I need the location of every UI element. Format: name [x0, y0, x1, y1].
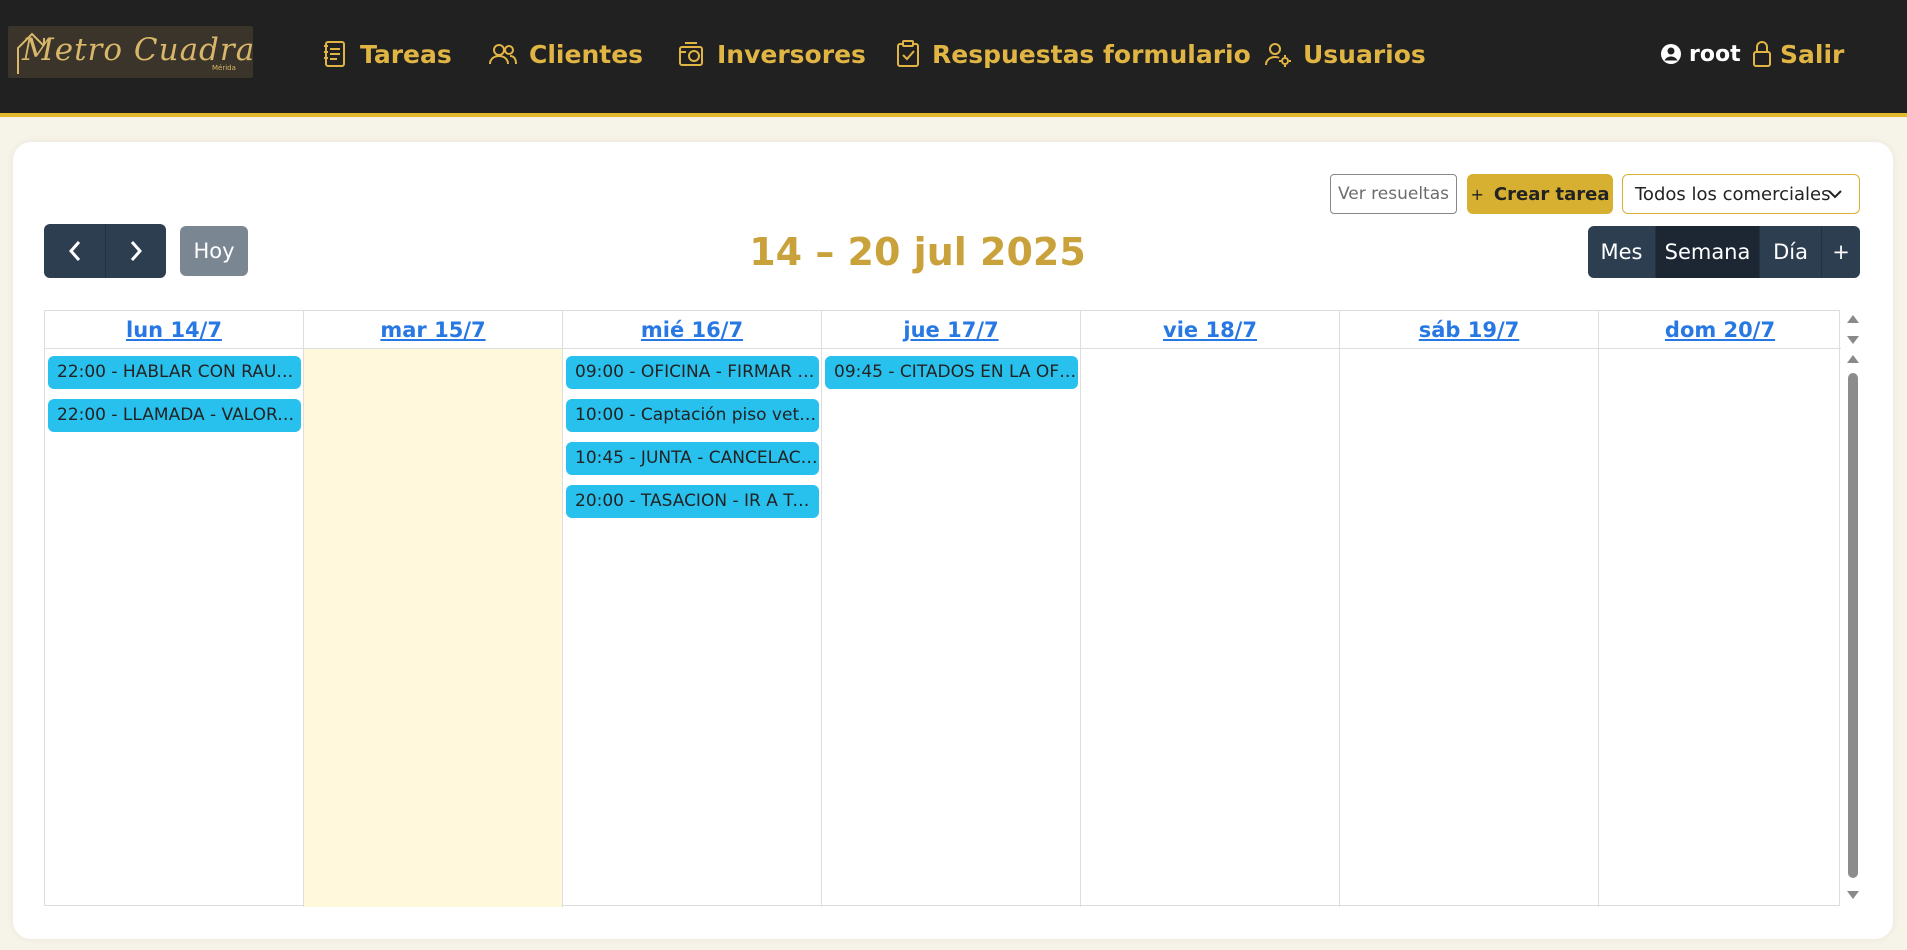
nav-item-tareas[interactable]: Tareas: [322, 34, 452, 74]
users-icon: [489, 44, 517, 65]
prev-next-group: [44, 224, 166, 278]
nav-item-label: Inversores: [717, 39, 866, 69]
day-header-link[interactable]: mar 15/7: [380, 318, 485, 342]
nav-item-respuestas[interactable]: Respuestas formulario: [896, 34, 1251, 74]
user-circle-icon: [1661, 44, 1681, 64]
chevron-left-icon: [68, 241, 80, 261]
day-header: mié 16/7: [563, 311, 822, 349]
day-column-sun[interactable]: [1599, 349, 1841, 907]
event-item[interactable]: 20:00 - TASACION - IR A TAS...: [566, 485, 819, 518]
view-resolved-button[interactable]: Ver resueltas: [1330, 174, 1457, 214]
scroll-down-icon[interactable]: [1847, 336, 1859, 344]
logo-subtext: Mérida: [212, 64, 236, 72]
salesperson-select[interactable]: Todos los comerciales: [1622, 174, 1860, 214]
day-column-fri[interactable]: [1081, 349, 1340, 907]
nav-item-inversores[interactable]: Inversores: [677, 34, 866, 74]
investors-icon: [679, 42, 703, 66]
event-item[interactable]: 22:00 - LLAMADA - VALORA...: [48, 399, 301, 432]
top-navbar: Metro Cuadrado Mérida Tareas Clientes In…: [0, 0, 1907, 117]
view-more-button[interactable]: +: [1821, 226, 1860, 278]
view-switcher: Mes Semana Día +: [1588, 226, 1860, 278]
event-item[interactable]: 10:00 - Captación piso veton...: [566, 399, 819, 432]
event-item[interactable]: 22:00 - HABLAR CON RAUL ...: [48, 356, 301, 389]
day-header: dom 20/7: [1599, 311, 1841, 349]
day-header-link[interactable]: dom 20/7: [1665, 318, 1775, 342]
day-header-link[interactable]: jue 17/7: [903, 318, 998, 342]
day-column-tue-today[interactable]: [304, 349, 563, 907]
next-week-button[interactable]: [105, 224, 166, 278]
day-header-link[interactable]: vie 18/7: [1163, 318, 1257, 342]
nav-item-label: Tareas: [360, 39, 452, 69]
week-header: lun 14/7 mar 15/7 mié 16/7 jue 17/7 vie …: [45, 311, 1841, 349]
nav-item-clientes[interactable]: Clientes: [489, 34, 643, 74]
today-button[interactable]: Hoy: [180, 226, 248, 276]
logout-label: Salir: [1780, 39, 1845, 69]
view-month-button[interactable]: Mes: [1588, 226, 1655, 278]
nav-item-label: Clientes: [529, 39, 644, 69]
header-scrollbar[interactable]: [1841, 311, 1869, 907]
day-header-link[interactable]: mié 16/7: [641, 318, 743, 342]
user-name: root: [1689, 41, 1741, 67]
calendar-title: 14 – 20 jul 2025: [749, 230, 1086, 274]
scroll-up-icon[interactable]: [1847, 315, 1859, 323]
event-item[interactable]: 09:00 - OFICINA - FIRMAR C...: [566, 356, 819, 389]
logo-text: Metro Cuadrado: [22, 32, 253, 68]
nav-item-usuarios[interactable]: Usuarios: [1265, 34, 1426, 74]
event-item[interactable]: 09:45 - CITADOS EN LA OFIC...: [825, 356, 1078, 389]
day-header-link[interactable]: sáb 19/7: [1419, 318, 1520, 342]
day-header: sáb 19/7: [1340, 311, 1599, 349]
create-task-label: Crear tarea: [1493, 183, 1610, 205]
scrollbar-thumb[interactable]: [1848, 373, 1858, 878]
day-column-mon[interactable]: 22:00 - HABLAR CON RAUL ... 22:00 - LLAM…: [45, 349, 304, 907]
logout-button[interactable]: Salir: [1751, 36, 1844, 72]
tasks-icon: [324, 41, 345, 67]
user-menu[interactable]: root: [1660, 36, 1741, 72]
create-task-button[interactable]: + Crear tarea: [1467, 174, 1613, 214]
week-grid: lun 14/7 mar 15/7 mié 16/7 jue 17/7 vie …: [44, 310, 1859, 907]
chevron-down-icon: [1828, 190, 1842, 199]
day-header: mar 15/7: [304, 311, 563, 349]
scroll-up-icon[interactable]: [1847, 355, 1859, 363]
brand-logo[interactable]: Metro Cuadrado Mérida: [8, 26, 253, 78]
clipboard-check-icon: [897, 40, 919, 67]
salesperson-select-value: Todos los comerciales: [1635, 183, 1831, 205]
lock-icon: [1753, 41, 1771, 67]
scroll-down-icon[interactable]: [1847, 891, 1859, 899]
day-column-thu[interactable]: 09:45 - CITADOS EN LA OFIC...: [822, 349, 1081, 907]
day-header-link[interactable]: lun 14/7: [126, 318, 222, 342]
view-day-button[interactable]: Día: [1759, 226, 1821, 278]
day-column-wed[interactable]: 09:00 - OFICINA - FIRMAR C... 10:00 - Ca…: [563, 349, 822, 907]
day-column-sat[interactable]: [1340, 349, 1599, 907]
plus-icon: +: [1470, 184, 1484, 204]
view-week-button[interactable]: Semana: [1655, 226, 1759, 278]
nav-item-label: Respuestas formulario: [932, 39, 1251, 69]
day-header: jue 17/7: [822, 311, 1081, 349]
event-item[interactable]: 10:45 - JUNTA - CANCELACI...: [566, 442, 819, 475]
day-header: vie 18/7: [1081, 311, 1340, 349]
nav-item-label: Usuarios: [1303, 39, 1426, 69]
chevron-right-icon: [130, 241, 143, 261]
prev-week-button[interactable]: [44, 224, 105, 278]
user-gear-icon: [1265, 43, 1291, 67]
day-header: lun 14/7: [45, 311, 304, 349]
